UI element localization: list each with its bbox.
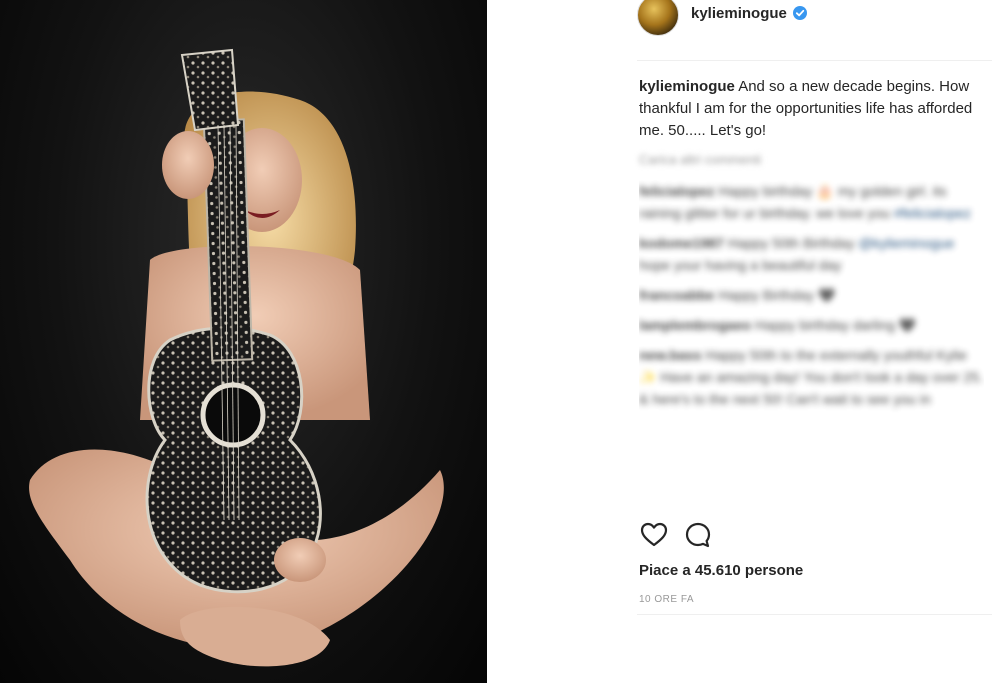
header-divider [637, 60, 992, 61]
list-item: felicialopez Happy birthday 🎂 my golden … [639, 180, 984, 224]
comment-text: Happy Birthday 🖤 [718, 287, 836, 303]
header-username[interactable]: kylieminogue [691, 5, 787, 22]
comment-text-continued: hope your having a beautiful day [639, 257, 842, 273]
list-item: lamplembrogaeo Happy birthday darling 🖤 [639, 314, 984, 336]
post-caption: kylieminogue And so a new decade begins.… [639, 76, 984, 142]
post-header: kylieminogue [637, 0, 992, 48]
comment-username[interactable]: felicialopez [639, 183, 714, 199]
footer-divider [637, 614, 992, 615]
verified-badge-icon [792, 6, 807, 20]
comment-mention[interactable]: @kylieminogue [858, 235, 954, 251]
likes-count[interactable]: Piace a 45.610 persone [639, 562, 803, 579]
comment-mention[interactable]: #felicialopez [894, 205, 971, 221]
list-item: francoabbe Happy Birthday 🖤 [639, 284, 984, 306]
comments-list: felicialopez Happy birthday 🎂 my golden … [639, 180, 984, 510]
comment-username[interactable]: new.bass [639, 347, 702, 363]
comment-username[interactable]: lamplembrogaeo [639, 317, 751, 333]
photo-illustration [29, 48, 444, 667]
comment-icon[interactable] [683, 520, 713, 550]
post-side-panel: kylieminogue kylieminogue And so a new d… [487, 0, 1000, 683]
post-photo[interactable] [0, 0, 487, 683]
load-more-comments[interactable]: Carica altri commenti [639, 152, 761, 167]
post-timestamp[interactable]: 10 ORE FA [639, 594, 694, 605]
comment-username[interactable]: kodome1987 [639, 235, 724, 251]
comment-text: Happy 50th Birthday [727, 235, 855, 251]
comment-username[interactable]: francoabbe [639, 287, 714, 303]
list-item: kodome1987 Happy 50th Birthday @kyliemin… [639, 232, 984, 276]
heart-icon[interactable] [639, 520, 669, 550]
caption-username[interactable]: kylieminogue [639, 78, 735, 95]
post-actions [639, 520, 713, 550]
avatar[interactable] [637, 0, 679, 36]
list-item: new.bass Happy 50th to the externally yo… [639, 344, 984, 410]
comment-text: Happy birthday darling 🖤 [754, 317, 917, 333]
